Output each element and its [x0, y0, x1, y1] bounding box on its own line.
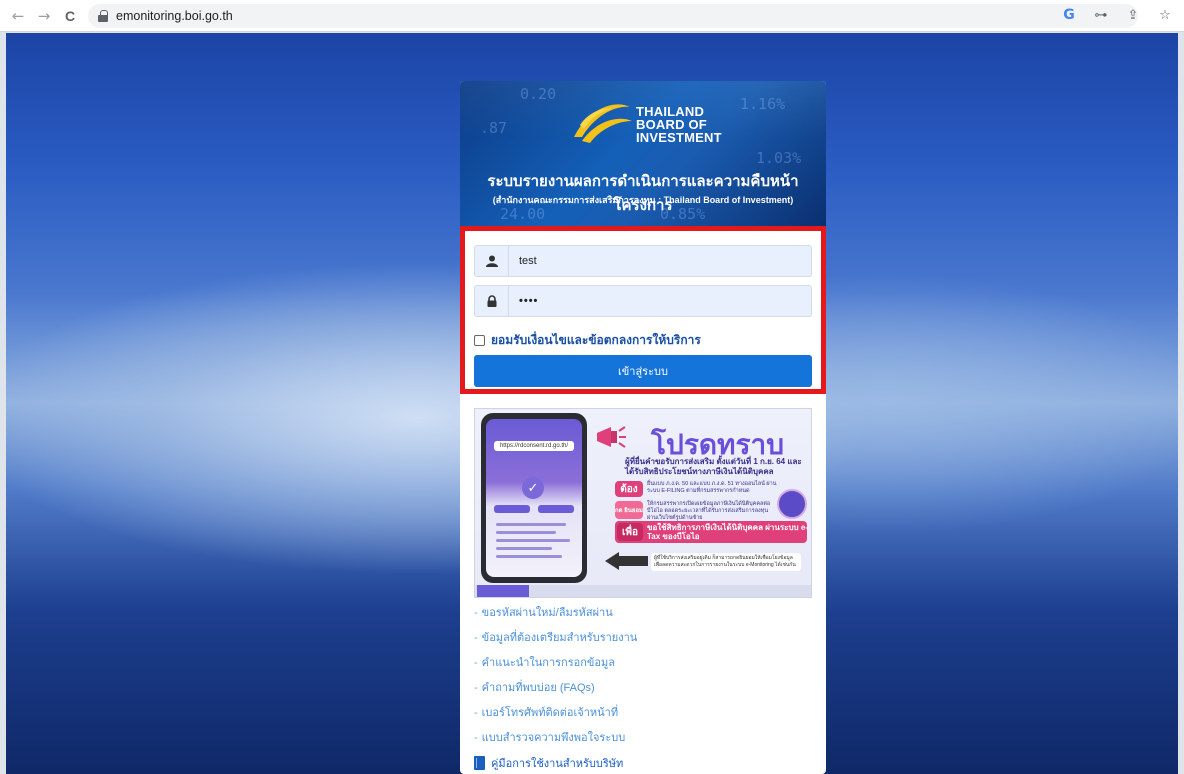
- reload-icon[interactable]: C: [60, 6, 80, 26]
- poster-pill-must: ต้อง: [615, 481, 643, 497]
- boi-logo-icon: [574, 104, 632, 143]
- username-field[interactable]: test: [474, 245, 812, 277]
- arrow-left-icon: [605, 552, 619, 570]
- poster-subtitle: ผู้ที่ยื่นคำขอรับการส่งเสริม ตั้งแต่วันท…: [625, 457, 802, 476]
- user-icon: [475, 246, 509, 276]
- help-links: - ขอรหัสผ่านใหม่/ลืมรหัสผ่าน - ข้อมูลที่ต้…: [474, 602, 814, 774]
- star-icon[interactable]: ☆: [1156, 6, 1174, 24]
- terms-label[interactable]: ยอมรับเงื่อนไขและข้อตกลงการให้บริการ: [491, 331, 701, 350]
- share-icon[interactable]: ⇪: [1124, 6, 1142, 24]
- link-satisfaction-survey[interactable]: - แบบสำรวจความพึงพอใจระบบ: [474, 727, 814, 749]
- google-icon[interactable]: G: [1060, 6, 1078, 24]
- link-report-info[interactable]: - ข้อมูลที่ต้องเตรียมสำหรับรายงาน: [474, 627, 814, 649]
- poster-footer-badge: [477, 585, 529, 597]
- link-fill-guide[interactable]: - คำแนะนำในการกรอกข้อมูล: [474, 652, 814, 674]
- address-bar[interactable]: emonitoring.boi.go.th: [88, 3, 1138, 28]
- login-form-highlight: test •••• ยอมรับเงื่อนไขและข้อตกลงการให้…: [460, 226, 826, 394]
- arrow-body: [618, 556, 648, 566]
- login-card: 0.20 1.16% .87 1.03% 0.85% 24.00 THAILAN…: [460, 81, 826, 774]
- lock-icon: [475, 286, 509, 316]
- username-value[interactable]: test: [509, 255, 537, 267]
- password-value[interactable]: ••••: [509, 295, 538, 307]
- logo-text: THAILAND BOARD OF INVESTMENT: [636, 104, 722, 145]
- phone-url-text: https://rdconsent.rd.go.th/: [494, 441, 574, 451]
- link-reset-password[interactable]: - ขอรหัสผ่านใหม่/ลืมรหัสผ่าน: [474, 602, 814, 624]
- url-text: emonitoring.boi.go.th: [116, 8, 233, 23]
- header-banner: 0.20 1.16% .87 1.03% 0.85% 24.00 THAILAN…: [460, 81, 826, 226]
- poster-pill-consent: กด ยินยอม: [615, 501, 643, 519]
- back-arrow-icon[interactable]: ←: [8, 6, 28, 26]
- check-icon: ✓: [522, 477, 544, 499]
- company-manual-link[interactable]: คู่มือการใช้งานสำหรับบริษัท: [474, 752, 814, 774]
- megaphone-icon: [597, 426, 626, 448]
- terms-row[interactable]: ยอมรับเงื่อนไขและข้อตกลงการให้บริการ: [474, 331, 701, 350]
- manual-label[interactable]: คู่มือการใช้งานสำหรับบริษัท: [491, 754, 623, 772]
- poster-text-1: ยื่นแบบ ภ.ง.ด. 50 และแบบ ภ.ง.ด. 51 ทางออ…: [647, 481, 777, 494]
- link-contact-phone[interactable]: - เบอร์โทรศัพท์ติดต่อเจ้าหน้าที่: [474, 702, 814, 724]
- poster-bar-text: ขอใช้สิทธิการภาษีเงินได้นิติบุคคล ผ่านระ…: [647, 523, 808, 541]
- password-field[interactable]: ••••: [474, 285, 812, 317]
- lock-icon: [98, 9, 108, 22]
- system-subtitle: (สำนักงานคณะกรรมการส่งเสริมการลงทุน : Th…: [492, 195, 794, 205]
- login-button[interactable]: เข้าสู่ระบบ: [474, 355, 812, 387]
- announcement-poster[interactable]: https://rdconsent.rd.go.th/ ✓ โปรดทราบ ผ…: [474, 408, 812, 598]
- browser-toolbar: ← → C emonitoring.boi.go.th G ⊶ ⇪ ☆: [0, 0, 1184, 32]
- poster-footnote: ผู้ที่ใช้บริการส่งเสริมอยู่เดิม ก็สามารถ…: [651, 553, 801, 571]
- book-icon: [474, 756, 485, 770]
- link-faqs[interactable]: - คำถามที่พบบ่อย (FAQs): [474, 677, 814, 699]
- terms-checkbox[interactable]: [474, 335, 485, 346]
- poster-pill-for: เพื่อ: [617, 523, 643, 541]
- phone-illustration: https://rdconsent.rd.go.th/ ✓: [481, 413, 587, 583]
- key-icon[interactable]: ⊶: [1092, 6, 1110, 24]
- consent-badge-icon: [777, 489, 807, 519]
- poster-text-2: ให้กรมสรรพากรเปิดเผยข้อมูลภาษีเงินได้นิต…: [647, 501, 771, 521]
- forward-arrow-icon[interactable]: →: [34, 6, 54, 26]
